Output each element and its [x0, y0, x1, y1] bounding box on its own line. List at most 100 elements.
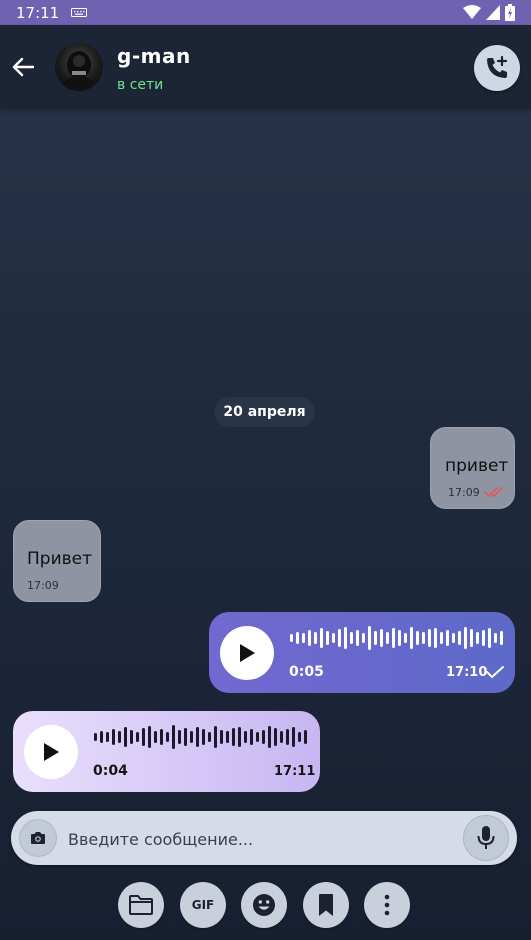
double-check-icon — [484, 487, 503, 497]
waveform-bar — [452, 633, 455, 643]
camera-icon — [31, 832, 45, 844]
waveform-bar — [440, 632, 443, 644]
waveform-bar — [142, 728, 145, 746]
waveform-bar — [374, 631, 377, 645]
gif-button[interactable]: GIF — [180, 882, 226, 928]
waveform-bar — [148, 726, 151, 748]
emoji-icon — [253, 894, 275, 916]
waveform-bar — [214, 726, 217, 748]
waveform-bar — [184, 728, 187, 746]
chat-header: g-man в сети — [0, 25, 531, 109]
waveform-bar — [320, 628, 323, 648]
waveform-bar — [476, 632, 479, 644]
waveform-bar — [166, 732, 169, 742]
waveform-bar — [428, 629, 431, 647]
waveform-bar — [500, 631, 503, 645]
waveform-bar — [292, 727, 295, 747]
waveform-bar — [208, 732, 211, 742]
message-bubble-outgoing[interactable]: привет 17:09 — [430, 427, 515, 509]
play-icon — [44, 743, 59, 761]
waveform-bar — [280, 731, 283, 743]
waveform-bar — [286, 729, 289, 745]
waveform-bar — [434, 628, 437, 648]
bookmark-button[interactable] — [303, 882, 349, 928]
wifi-icon — [463, 5, 481, 19]
waveform-bar — [296, 632, 299, 644]
bookmark-icon — [319, 894, 333, 916]
waveform-bar — [458, 631, 461, 645]
waveform-bar — [100, 731, 103, 743]
waveform-bar — [290, 634, 293, 642]
waveform-bar — [256, 732, 259, 742]
avatar[interactable] — [55, 43, 103, 91]
waveform-bar — [238, 727, 241, 747]
waveform-bar — [124, 727, 127, 747]
waveform-bar — [464, 627, 467, 649]
gif-label: GIF — [191, 898, 215, 912]
camera-button[interactable] — [19, 819, 57, 857]
waveform-bar — [356, 630, 359, 646]
message-composer — [11, 811, 517, 865]
microphone-icon — [477, 826, 495, 849]
microphone-button[interactable] — [463, 815, 509, 861]
avatar-image — [61, 51, 97, 91]
waveform-bar — [118, 731, 121, 743]
waveform-bar — [298, 732, 301, 742]
more-button[interactable] — [364, 882, 410, 928]
waveform-bar — [190, 731, 193, 743]
emoji-button[interactable] — [241, 882, 287, 928]
waveform-bar — [482, 630, 485, 646]
waveform[interactable] — [93, 724, 309, 750]
play-icon — [240, 644, 255, 662]
contact-status: в сети — [117, 77, 164, 93]
waveform-bar — [172, 725, 175, 749]
waveform-bar — [308, 630, 311, 646]
waveform-bar — [202, 729, 205, 745]
message-text: привет — [445, 456, 509, 476]
waveform-bar — [368, 626, 371, 650]
waveform-bar — [386, 632, 389, 644]
waveform-bar — [244, 731, 247, 743]
message-input[interactable] — [66, 821, 460, 857]
waveform-bar — [154, 731, 157, 743]
waveform-bar — [362, 633, 365, 643]
voice-message-outgoing: 0:05 17:10 — [209, 612, 515, 693]
waveform-bar — [470, 629, 473, 647]
add-call-icon — [487, 55, 508, 78]
waveform[interactable] — [289, 625, 505, 651]
waveform-bar — [130, 730, 133, 744]
attachment-toolbar: GIF — [0, 880, 531, 930]
waveform-bar — [488, 628, 491, 648]
voice-message-incoming: 0:04 17:11 — [13, 711, 320, 792]
waveform-bar — [268, 726, 271, 748]
waveform-bar — [94, 733, 97, 741]
waveform-bar — [220, 730, 223, 744]
add-call-button[interactable] — [474, 45, 520, 91]
waveform-bar — [380, 629, 383, 647]
play-button[interactable] — [24, 725, 78, 779]
battery-icon — [505, 4, 515, 21]
waveform-bar — [160, 729, 163, 745]
contact-name[interactable]: g-man — [117, 44, 191, 68]
waveform-bar — [250, 729, 253, 745]
folder-icon — [129, 895, 153, 915]
waveform-bar — [338, 629, 341, 647]
folder-button[interactable] — [118, 882, 164, 928]
signal-icon — [486, 5, 500, 20]
message-bubble-incoming[interactable]: Привет 17:09 — [13, 520, 101, 602]
waveform-bar — [274, 728, 277, 746]
waveform-bar — [416, 631, 419, 645]
play-button[interactable] — [220, 626, 274, 680]
waveform-bar — [302, 633, 305, 643]
waveform-bar — [494, 633, 497, 643]
waveform-bar — [422, 632, 425, 644]
waveform-bar — [350, 632, 353, 644]
waveform-bar — [404, 633, 407, 643]
message-time: 17:09 — [27, 579, 59, 592]
waveform-bar — [332, 633, 335, 643]
keyboard-icon — [71, 8, 88, 17]
message-time: 17:10 — [446, 665, 488, 680]
waveform-bar — [232, 728, 235, 746]
back-button[interactable] — [8, 52, 38, 82]
waveform-bar — [226, 731, 229, 743]
